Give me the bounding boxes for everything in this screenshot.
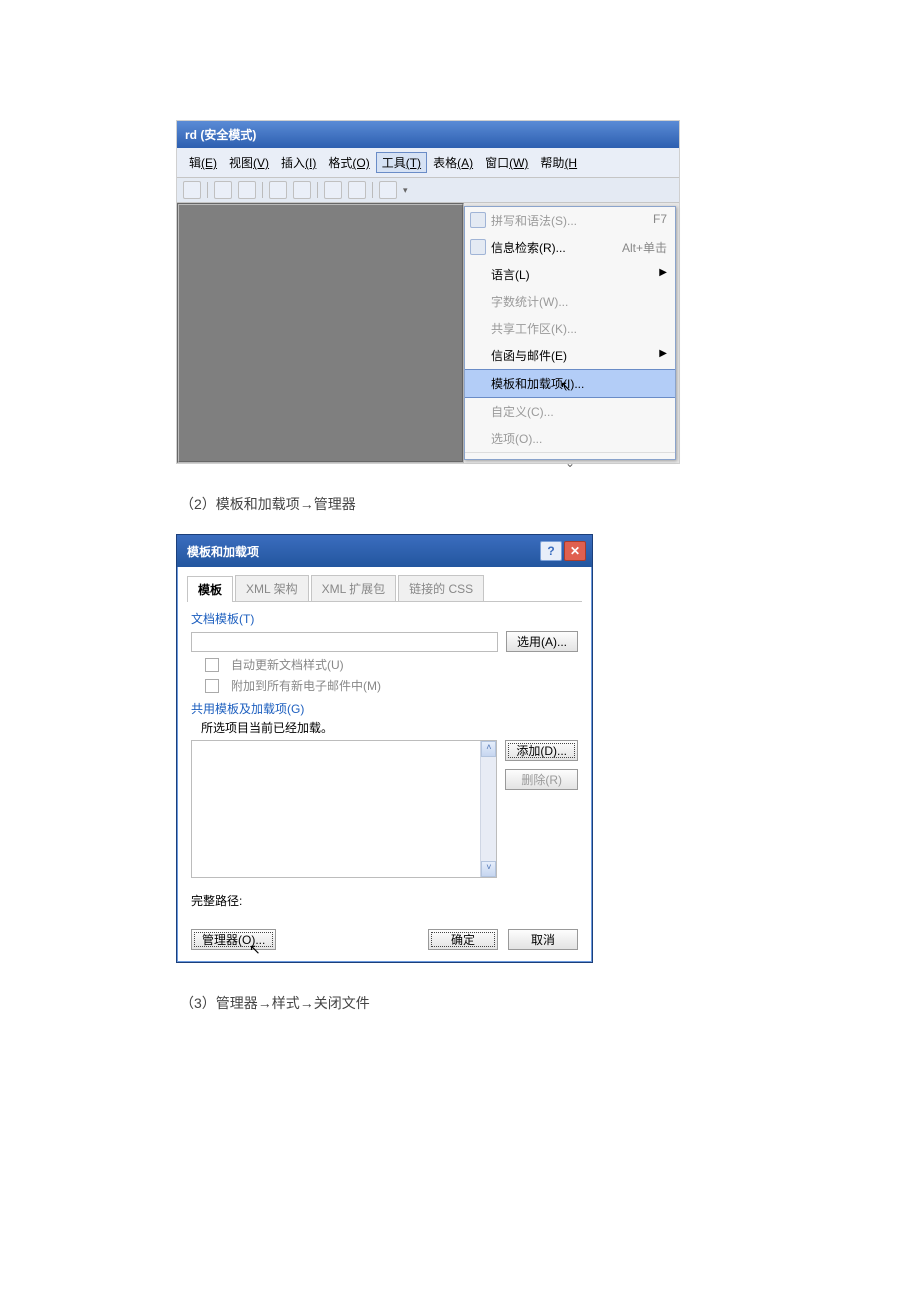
separator: [317, 182, 318, 198]
menu-item: 选项(O)...: [465, 425, 675, 452]
step-2-caption: （2）模板和加载项→管理器: [180, 494, 744, 514]
templates-dialog: 模板和加载项 ? ✕ 模板XML 架构XML 扩展包链接的 CSS 文档模板(T…: [176, 534, 593, 963]
title-text: rd (安全模式): [185, 128, 256, 142]
word-window-screenshot: rd (安全模式) 辑(E)视图(V)插入(I)格式(O)工具(T)表格(A)窗…: [176, 120, 680, 464]
menu-item[interactable]: 信息检索(R)...Alt+单击: [465, 234, 675, 261]
tools-dropdown: 拼写和语法(S)...F7信息检索(R)...Alt+单击语言(L)▶字数统计(…: [464, 206, 676, 460]
dropdown-caret-icon[interactable]: ▾: [403, 185, 408, 196]
separator: [207, 182, 208, 198]
titlebar: rd (安全模式): [177, 121, 679, 148]
menu-item[interactable]: 语言(L)▶: [465, 261, 675, 288]
toolbar-icon[interactable]: [293, 181, 311, 199]
auto-update-label: 自动更新文档样式(U): [231, 656, 344, 673]
document-area: [177, 203, 464, 463]
menu-表格[interactable]: 表格(A): [427, 152, 479, 173]
menu-item: 拼写和语法(S)...F7: [465, 207, 675, 234]
toolbar-icon[interactable]: [324, 181, 342, 199]
tab-2[interactable]: XML 扩展包: [311, 575, 397, 601]
menu-工具[interactable]: 工具(T): [376, 152, 427, 173]
undo-icon[interactable]: [379, 181, 397, 199]
remove-button: 删除(R): [505, 769, 578, 790]
loaded-status-text: 所选项目当前已经加载。: [201, 719, 578, 736]
menu-格式[interactable]: 格式(O): [322, 152, 375, 173]
menubar: 辑(E)视图(V)插入(I)格式(O)工具(T)表格(A)窗口(W)帮助(H: [177, 148, 679, 178]
menu-item: 共享工作区(K)...: [465, 315, 675, 342]
doc-template-label: 文档模板(T): [191, 610, 578, 627]
menu-item[interactable]: 信函与邮件(E)▶: [465, 342, 675, 369]
dialog-tabs: 模板XML 架构XML 扩展包链接的 CSS: [187, 575, 582, 602]
auto-update-checkbox[interactable]: [205, 658, 219, 672]
dialog-title: 模板和加载项: [187, 543, 259, 560]
separator: [372, 182, 373, 198]
menu-插入[interactable]: 插入(I): [275, 152, 322, 173]
expand-menu-icon[interactable]: ⌄: [465, 452, 675, 473]
toolbar-icon[interactable]: [348, 181, 366, 199]
template-path-input[interactable]: [191, 632, 498, 652]
toolbar-icon[interactable]: [269, 181, 287, 199]
step-3-caption: （3）管理器→样式→关闭文件: [180, 993, 744, 1013]
add-button[interactable]: 添加(D)...: [505, 740, 578, 761]
tab-0[interactable]: 模板: [187, 576, 233, 602]
scroll-down-icon[interactable]: ˅: [481, 861, 496, 877]
attach-email-checkbox[interactable]: [205, 679, 219, 693]
menu-辑[interactable]: 辑(E): [183, 152, 223, 173]
ok-button[interactable]: 确定: [428, 929, 498, 950]
menu-窗口[interactable]: 窗口(W): [479, 152, 534, 173]
toolbar: ▾: [177, 178, 679, 203]
global-templates-label: 共用模板及加载项(G): [191, 700, 578, 717]
tab-1[interactable]: XML 架构: [235, 575, 309, 601]
scrollbar[interactable]: ˄ ˅: [480, 741, 496, 877]
toolbar-icon[interactable]: [238, 181, 256, 199]
full-path-label: 完整路径:: [191, 892, 578, 909]
menu-item: 自定义(C)...: [465, 398, 675, 425]
toolbar-icon[interactable]: [183, 181, 201, 199]
cancel-button[interactable]: 取消: [508, 929, 578, 950]
window-body: 拼写和语法(S)...F7信息检索(R)...Alt+单击语言(L)▶字数统计(…: [177, 203, 679, 463]
scroll-up-icon[interactable]: ˄: [481, 741, 496, 757]
separator: [262, 182, 263, 198]
toolbar-icon[interactable]: [214, 181, 232, 199]
help-button[interactable]: ?: [540, 541, 562, 561]
menu-视图[interactable]: 视图(V): [223, 152, 275, 173]
select-button[interactable]: 选用(A)...: [506, 631, 578, 652]
menu-item: 字数统计(W)...: [465, 288, 675, 315]
dialog-footer: 管理器(O)... ↖ 确定 取消: [177, 921, 592, 962]
menu-item[interactable]: 模板和加载项(I)...↖: [465, 369, 675, 398]
attach-email-label: 附加到所有新电子邮件中(M): [231, 677, 381, 694]
templates-listbox[interactable]: ˄ ˅: [191, 740, 497, 878]
manager-button[interactable]: 管理器(O)...: [191, 929, 276, 950]
close-button[interactable]: ✕: [564, 541, 586, 561]
dialog-titlebar: 模板和加载项 ? ✕: [177, 535, 592, 567]
tab-3[interactable]: 链接的 CSS: [398, 575, 484, 601]
menu-帮助[interactable]: 帮助(H: [534, 152, 583, 173]
